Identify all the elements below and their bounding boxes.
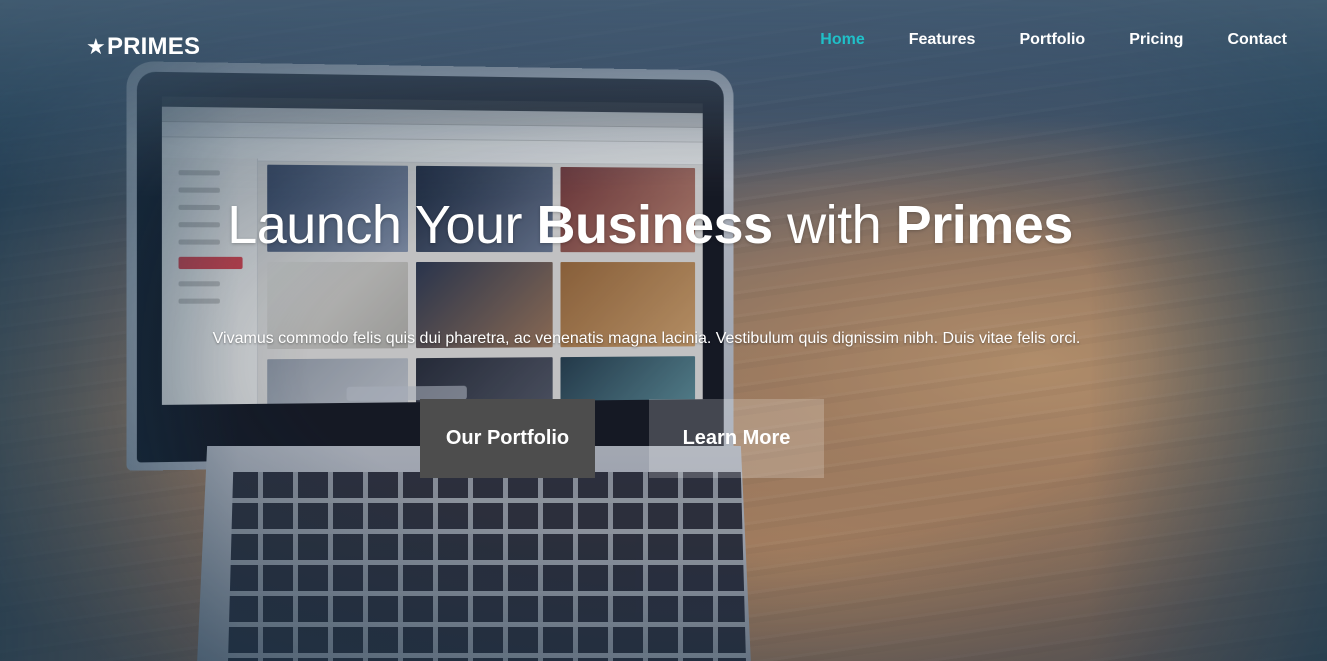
nav-item-features[interactable]: Features	[887, 30, 998, 50]
hero-title-part2: with	[772, 195, 896, 255]
star-icon: ★	[86, 34, 106, 59]
hero-title: Launch Your Business with Primes	[0, 194, 1300, 256]
nav-item-portfolio[interactable]: Portfolio	[997, 30, 1107, 50]
brand-logo-text: PRIMES	[106, 33, 201, 60]
hero-title-bold2: Primes	[895, 195, 1074, 255]
hero-title-bold1: Business	[536, 195, 774, 255]
hero-subtitle: Vivamus commodo felis quis dui pharetra,…	[212, 330, 1081, 347]
main-nav: Home Features Portfolio Pricing Contact	[798, 30, 1287, 50]
nav-item-pricing[interactable]: Pricing	[1107, 30, 1205, 50]
hero-title-part1: Launch Your	[227, 195, 537, 255]
learn-more-button[interactable]: Learn More	[649, 399, 824, 478]
our-portfolio-button[interactable]: Our Portfolio	[420, 399, 595, 478]
brand-logo[interactable]: ★ PRIMES	[86, 33, 200, 61]
nav-item-home[interactable]: Home	[798, 30, 886, 50]
nav-item-contact[interactable]: Contact	[1205, 30, 1287, 50]
